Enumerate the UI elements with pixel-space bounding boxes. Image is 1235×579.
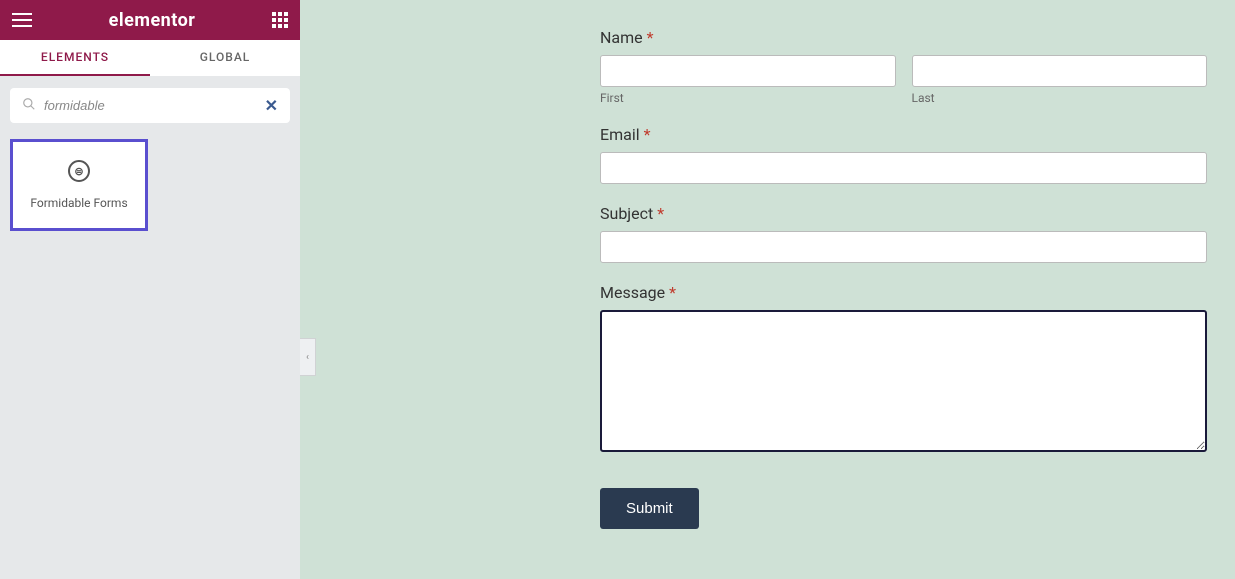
last-sublabel: Last bbox=[912, 91, 1208, 105]
subject-input[interactable] bbox=[600, 231, 1207, 263]
message-textarea[interactable] bbox=[600, 310, 1207, 452]
first-name-input[interactable] bbox=[600, 55, 896, 87]
submit-button[interactable]: Submit bbox=[600, 488, 699, 529]
widget-formidable-forms[interactable]: ⊜ Formidable Forms bbox=[10, 139, 148, 231]
subject-label: Subject* bbox=[600, 204, 1207, 223]
email-input[interactable] bbox=[600, 152, 1207, 184]
message-label: Message* bbox=[600, 283, 1207, 302]
clear-search-icon[interactable]: ✕ bbox=[265, 96, 278, 115]
contact-form: Name* First Last Email* bbox=[600, 28, 1207, 529]
sidebar-collapse-handle[interactable]: ‹ bbox=[300, 338, 316, 376]
widget-label: Formidable Forms bbox=[30, 196, 127, 210]
formidable-icon: ⊜ bbox=[68, 160, 90, 182]
editor-canvas[interactable]: Name* First Last Email* bbox=[300, 0, 1235, 579]
tab-global[interactable]: GLOBAL bbox=[150, 40, 300, 76]
tab-elements[interactable]: ELEMENTS bbox=[0, 40, 150, 76]
first-sublabel: First bbox=[600, 91, 896, 105]
brand-logo: elementor bbox=[109, 10, 196, 31]
last-name-input[interactable] bbox=[912, 55, 1208, 87]
sidebar-tabs: ELEMENTS GLOBAL bbox=[0, 40, 300, 76]
search-input[interactable] bbox=[44, 98, 265, 113]
chevron-left-icon: ‹ bbox=[306, 352, 309, 363]
hamburger-menu-icon[interactable] bbox=[12, 13, 32, 27]
name-label: Name* bbox=[600, 28, 1207, 47]
widget-search-box: ✕ bbox=[10, 88, 290, 123]
sidebar-header: elementor bbox=[0, 0, 300, 40]
email-label: Email* bbox=[600, 125, 1207, 144]
elementor-sidebar: elementor ELEMENTS GLOBAL ✕ ⊜ bbox=[0, 0, 300, 579]
apps-grid-icon[interactable] bbox=[272, 12, 288, 28]
search-icon bbox=[22, 96, 36, 115]
